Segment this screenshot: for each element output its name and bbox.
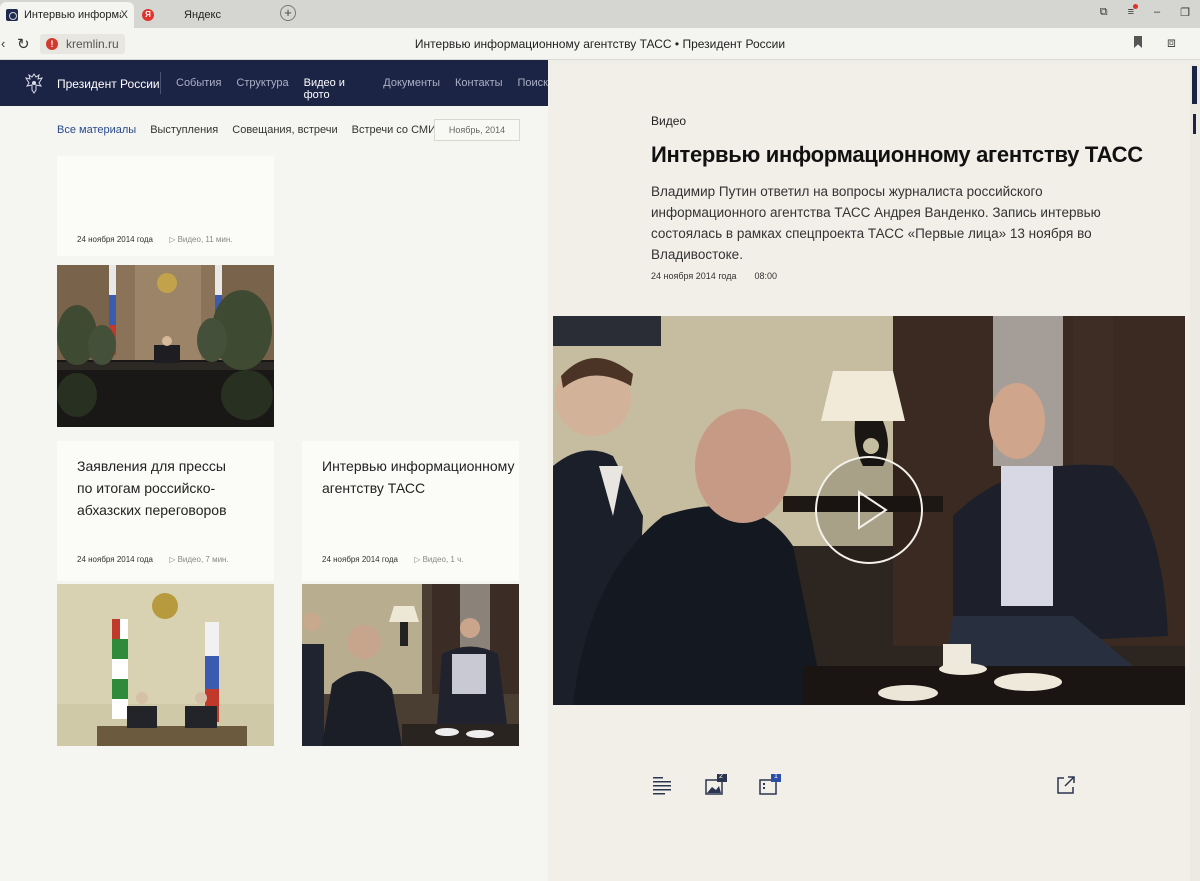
page-title: Интервью информационному агентству ТАСС … [414,37,786,51]
restore-icon[interactable]: ❐ [1180,6,1190,19]
thumbnail-image[interactable] [57,265,274,427]
item-meta: 24 ноября 2014 года ▷ Видео, 11 мин. [77,235,233,244]
window-controls: ⧉ ≡ – ❐ [1100,4,1190,19]
item-date: 24 ноября 2014 года [77,235,153,244]
video-icon[interactable]: 1 [758,773,784,796]
new-tab-button[interactable]: + [280,5,296,21]
video-player[interactable] [553,316,1185,705]
nav-item-contacts[interactable]: Контакты [455,77,503,101]
nav-divider [160,72,161,94]
eagle-emblem-icon[interactable] [24,72,44,94]
filter-media-meetings[interactable]: Встречи со СМИ [352,124,436,136]
filter-all[interactable]: Все материалы [57,124,136,136]
video-count: 1 [774,773,778,780]
collections-icon[interactable]: ⧉ [1100,6,1108,19]
item-media: ▷ Видео, 1 ч. [414,555,464,564]
kremlin-favicon-icon [6,9,18,21]
nav-item-video-photo[interactable]: Видео и фото [304,77,369,101]
tab-label: Интервью информационн [24,9,121,21]
main-nav: События Структура Видео и фото Документы… [176,77,548,101]
item-media: ▷ Видео, 11 мин. [169,235,233,244]
text-icon[interactable] [651,774,673,796]
play-icon[interactable] [814,450,924,570]
article-meta: 24 ноября 2014 года 08:00 [651,271,777,281]
photo-count: 2 [719,773,723,780]
extensions-icon[interactable]: ⧈ [1167,34,1176,51]
media-list-page: Президент России События Структура Видео… [0,60,548,881]
filter-tabs: Все материалы Выступления Совещания, вст… [57,124,436,136]
item-title: Интервью информационному агентству ТАСС [322,458,515,496]
tab-bar: Интервью информационн X Я Яндекс + ⧉ ≡ –… [0,0,1200,28]
thumbnail-image[interactable] [302,584,519,746]
nav-item-search[interactable]: Поиск [518,77,548,101]
item-date: 24 ноября 2014 года [322,555,398,564]
list-item[interactable]: 24 ноября 2014 года ▷ Видео, 11 мин. [57,156,274,256]
article-panel: Видео Интервью информационному агентству… [548,64,1190,881]
item-meta: 24 ноября 2014 года ▷ Видео, 1 ч. [322,555,463,564]
scrollbar-marker [1193,114,1196,134]
minimize-icon[interactable]: – [1154,6,1160,19]
article-lead: Владимир Путин ответил на вопросы журнал… [651,184,1101,262]
tab-label: Яндекс [184,9,221,21]
thumbnail-image[interactable] [57,584,274,746]
address-bar: ‹ ↻ ! kremlin.ru Интервью информационном… [0,28,1200,60]
tab-yandex[interactable]: Я Яндекс [136,2,270,28]
article-time: 08:00 [754,271,777,281]
nav-item-structure[interactable]: Структура [236,77,288,101]
list-item[interactable]: Интервью информационному агентству ТАСС … [302,441,519,581]
share-icon[interactable] [1055,774,1077,796]
nav-item-documents[interactable]: Документы [383,77,440,101]
item-title: Заявления для прессы по итогам российско… [77,458,227,518]
filter-speeches[interactable]: Выступления [150,124,218,136]
tab-kremlin[interactable]: Интервью информационн X [0,2,134,28]
list-item[interactable]: Заявления для прессы по итогам российско… [57,441,274,581]
yandex-favicon-icon: Я [142,9,154,21]
article-title: Интервью информационному агентству ТАСС [651,142,1143,167]
section-label: Видео [651,114,687,128]
site-header: Президент России События Структура Видео… [0,60,548,106]
scrollbar-thumb[interactable] [1192,66,1197,104]
date-select[interactable]: Ноябрь, 2014 [434,119,520,141]
item-date: 24 ноября 2014 года [77,555,153,564]
item-meta: 24 ноября 2014 года ▷ Видео, 7 мин. [77,555,229,564]
site-name[interactable]: Президент России [57,77,160,91]
article-date: 24 ноября 2014 года [651,271,737,281]
scrollbar[interactable] [1190,64,1200,881]
photo-icon[interactable]: 2 [704,773,730,796]
filter-meetings[interactable]: Совещания, встречи [232,124,337,136]
menu-icon[interactable]: ≡ [1128,4,1138,19]
nav-item-events[interactable]: События [176,77,221,101]
item-media: ▷ Видео, 7 мин. [169,555,229,564]
tab-close-icon[interactable]: X [121,9,128,21]
